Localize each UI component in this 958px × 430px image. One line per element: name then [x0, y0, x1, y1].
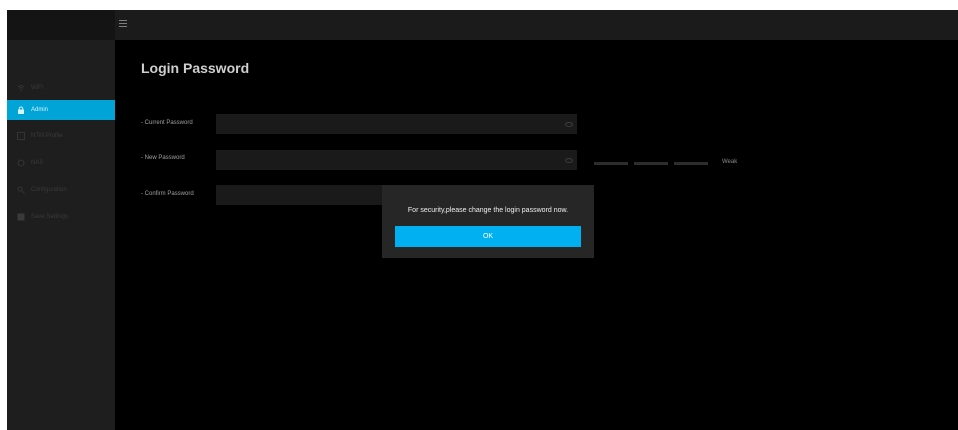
top-bar: [7, 10, 958, 40]
sidebar-item-nas[interactable]: NAS: [7, 153, 115, 173]
security-dialog: For security,please change the login pas…: [382, 185, 594, 258]
logo-area: [7, 10, 115, 40]
save-icon: [17, 213, 25, 221]
nas-icon: [17, 159, 25, 167]
lock-icon: [17, 106, 25, 114]
strength-bar-segment: [594, 162, 628, 165]
strength-bar-segment: [674, 162, 708, 165]
config-icon: [17, 186, 25, 194]
sidebar: WiFi Admin NTM Profile NAS Configuration: [7, 40, 115, 430]
wifi-icon: [17, 84, 25, 92]
new-password-field[interactable]: [216, 150, 577, 170]
sidebar-item-label: Configuration: [31, 187, 67, 193]
show-password-eye-icon[interactable]: [565, 122, 573, 127]
sidebar-item-ntm-profile[interactable]: NTM Profile: [7, 126, 115, 146]
sidebar-item-wifi[interactable]: WiFi: [7, 78, 115, 98]
current-password-label: - Current Password: [141, 120, 193, 126]
strength-bar-segment: [634, 162, 668, 165]
password-strength-label: Weak: [722, 159, 738, 165]
show-password-eye-icon[interactable]: [565, 158, 573, 163]
app-window: WiFi Admin NTM Profile NAS Configuration: [7, 10, 958, 430]
sidebar-item-label: WiFi: [31, 85, 43, 91]
new-password-label: - New Password: [141, 155, 185, 161]
ok-button[interactable]: OK: [395, 226, 581, 247]
dialog-message: For security,please change the login pas…: [407, 207, 569, 214]
sidebar-item-label: NAS: [31, 160, 44, 166]
current-password-field[interactable]: [216, 114, 577, 134]
sidebar-item-admin[interactable]: Admin: [7, 100, 115, 120]
page-title: Login Password: [141, 60, 250, 76]
hamburger-menu-icon[interactable]: [119, 20, 127, 28]
sidebar-item-save-settings[interactable]: Save Settings: [7, 207, 115, 227]
sidebar-item-label: Save Settings: [31, 214, 69, 220]
sidebar-item-label: NTM Profile: [31, 133, 63, 139]
sidebar-item-label: Admin: [31, 107, 49, 113]
profile-icon: [17, 132, 25, 140]
confirm-password-label: - Confirm Password: [141, 191, 194, 197]
sidebar-item-configuration[interactable]: Configuration: [7, 180, 115, 200]
